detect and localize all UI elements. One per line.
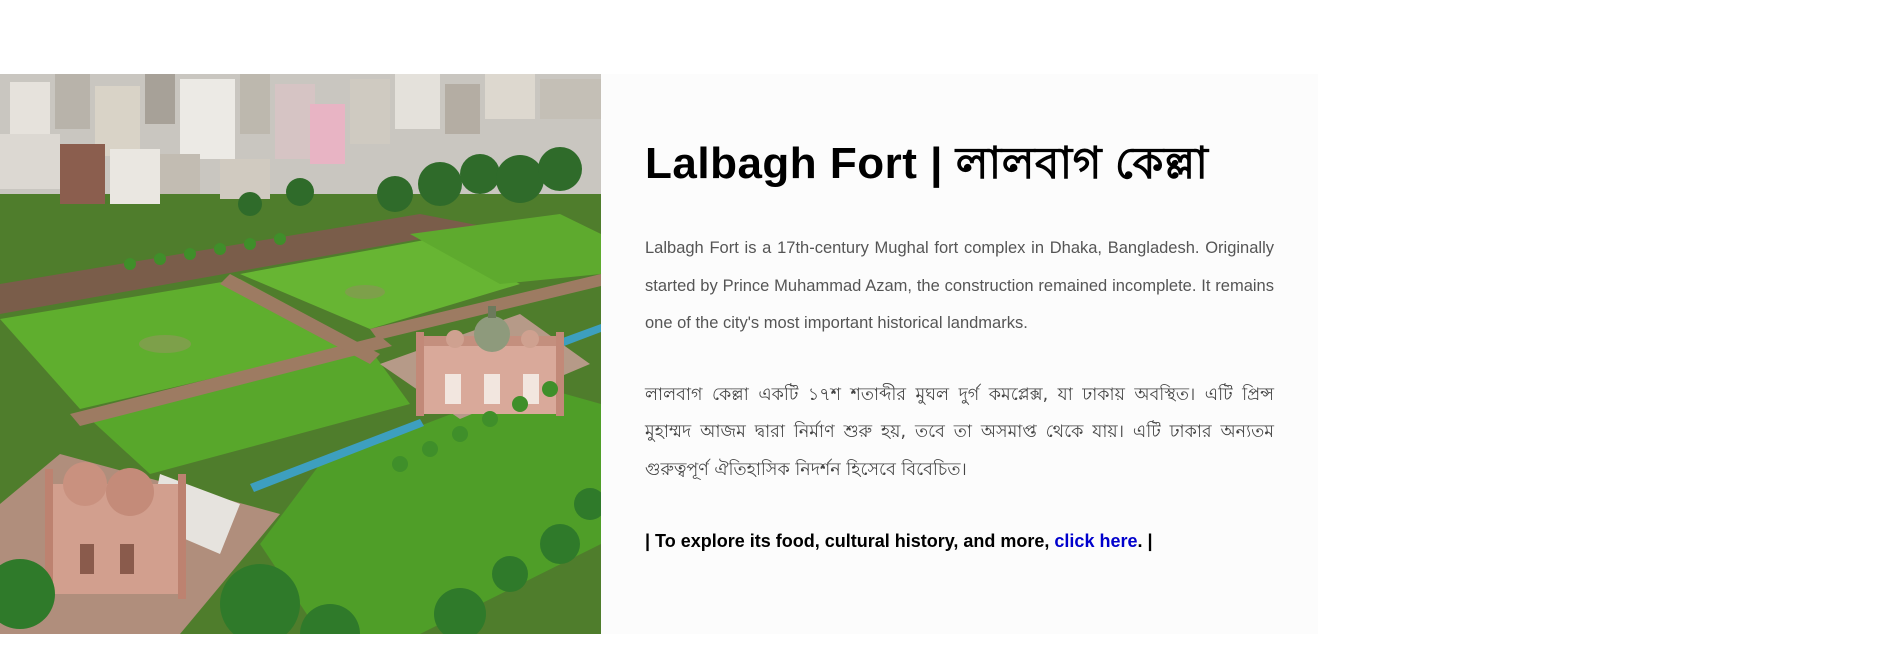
explore-callout: | To explore its food, cultural history,… xyxy=(645,531,1274,552)
cta-prefix: | To explore its food, cultural history,… xyxy=(645,531,1055,552)
click-here-link[interactable]: click here xyxy=(1054,531,1137,551)
page-title: Lalbagh Fort | লালবাগ কেল্লা xyxy=(645,139,1209,188)
lalbagh-fort-photo xyxy=(0,74,601,634)
description-english: Lalbagh Fort is a 17th-century Mughal fo… xyxy=(645,239,1274,333)
landmark-card: Lalbagh Fort | লালবাগ কেল্লা Lalbagh For… xyxy=(0,74,1318,634)
info-panel: Lalbagh Fort | লালবাগ কেল্লা Lalbagh For… xyxy=(601,74,1318,634)
cta-suffix: . | xyxy=(1137,531,1153,552)
description-bengali: লালবাগ কেল্লা একটি ১৭শ শতাব্দীর মুঘল দুর… xyxy=(645,384,1274,480)
